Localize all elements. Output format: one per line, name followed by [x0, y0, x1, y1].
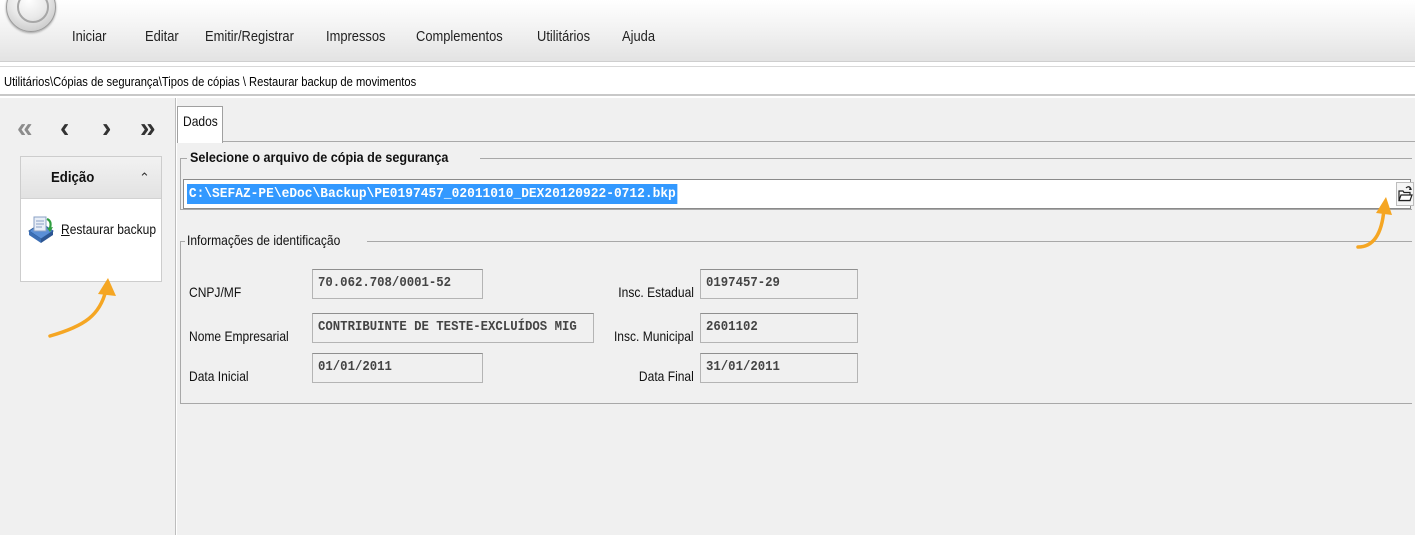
tab-strip: Dados: [177, 98, 1415, 143]
data-final-label: Data Final: [639, 368, 694, 384]
data-inicial-label: Data Inicial: [189, 368, 249, 384]
edicao-title: Edição: [51, 169, 95, 186]
restore-backup-label: Restaurar backup: [61, 221, 156, 237]
file-path-input[interactable]: C:\SEFAZ-PE\eDoc\Backup\PE0197457_020110…: [183, 179, 1414, 209]
cnpj-field: 70.062.708/0001-52: [312, 269, 483, 299]
nome-empresarial-field: CONTRIBUINTE DE TESTE-EXCLUÍDOS MIG: [312, 313, 594, 343]
menu-complementos[interactable]: Complementos: [416, 28, 503, 45]
insc-municipal-label: Insc. Municipal: [614, 328, 694, 344]
open-folder-icon: [1398, 186, 1413, 202]
data-inicial-field: 01/01/2011: [312, 353, 483, 383]
menu-utilitarios[interactable]: Utilitários: [537, 28, 590, 45]
menu-bar: Iniciar Editar Emitir/Registrar Impresso…: [0, 0, 1415, 62]
identification-legend: Informações de identificação: [185, 232, 368, 248]
menu-editar[interactable]: Editar: [145, 28, 179, 45]
file-selection-group: Selecione o arquivo de cópia de seguranç…: [180, 149, 1414, 210]
left-panel: « ‹ › » Edição ⌃ Restaurar backup: [0, 98, 176, 535]
right-arrow-icon[interactable]: ›: [102, 114, 111, 142]
edicao-header[interactable]: Edição ⌃: [21, 157, 161, 199]
double-left-arrow-icon[interactable]: «: [17, 114, 33, 142]
restore-backup-icon: [28, 216, 54, 243]
main-panel: Dados Selecione o arquivo de cópia de se…: [177, 98, 1415, 535]
breadcrumb-text: Utilitários\Cópias de segurança\Tipos de…: [4, 74, 417, 89]
file-path-value[interactable]: C:\SEFAZ-PE\eDoc\Backup\PE0197457_020110…: [187, 184, 678, 204]
insc-estadual-field: 0197457-29: [700, 269, 858, 299]
app-menu-button[interactable]: [6, 0, 56, 32]
identification-group: Informações de identificação CNPJ/MF 70.…: [180, 232, 1412, 404]
left-arrow-icon[interactable]: ‹: [60, 114, 69, 142]
menu-impressos[interactable]: Impressos: [326, 28, 386, 45]
breadcrumb: Utilitários\Cópias de segurança\Tipos de…: [0, 66, 1415, 96]
menu-iniciar[interactable]: Iniciar: [72, 28, 106, 45]
insc-estadual-label: Insc. Estadual: [618, 284, 694, 300]
cnpj-label: CNPJ/MF: [189, 284, 242, 300]
edicao-panel: Edição ⌃ Restaurar backup: [20, 156, 162, 282]
nome-empresarial-label: Nome Empresarial: [189, 328, 289, 344]
tab-dados[interactable]: Dados: [177, 106, 223, 143]
menu-ajuda[interactable]: Ajuda: [622, 28, 655, 45]
double-chevron-up-icon[interactable]: ⌃: [139, 170, 150, 186]
restore-backup-label-mnemonic: R: [61, 221, 70, 237]
data-final-field: 31/01/2011: [700, 353, 858, 383]
file-selection-legend: Selecione o arquivo de cópia de seguranç…: [187, 149, 481, 165]
menu-emitir-registrar[interactable]: Emitir/Registrar: [205, 28, 294, 45]
insc-municipal-field: 2601102: [700, 313, 858, 343]
restore-backup-label-rest: estaurar backup: [69, 221, 157, 237]
restore-backup-button[interactable]: Restaurar backup: [25, 213, 159, 253]
tab-dados-label: Dados: [183, 113, 218, 129]
double-right-arrow-icon[interactable]: »: [140, 114, 156, 142]
browse-button[interactable]: [1396, 182, 1414, 206]
